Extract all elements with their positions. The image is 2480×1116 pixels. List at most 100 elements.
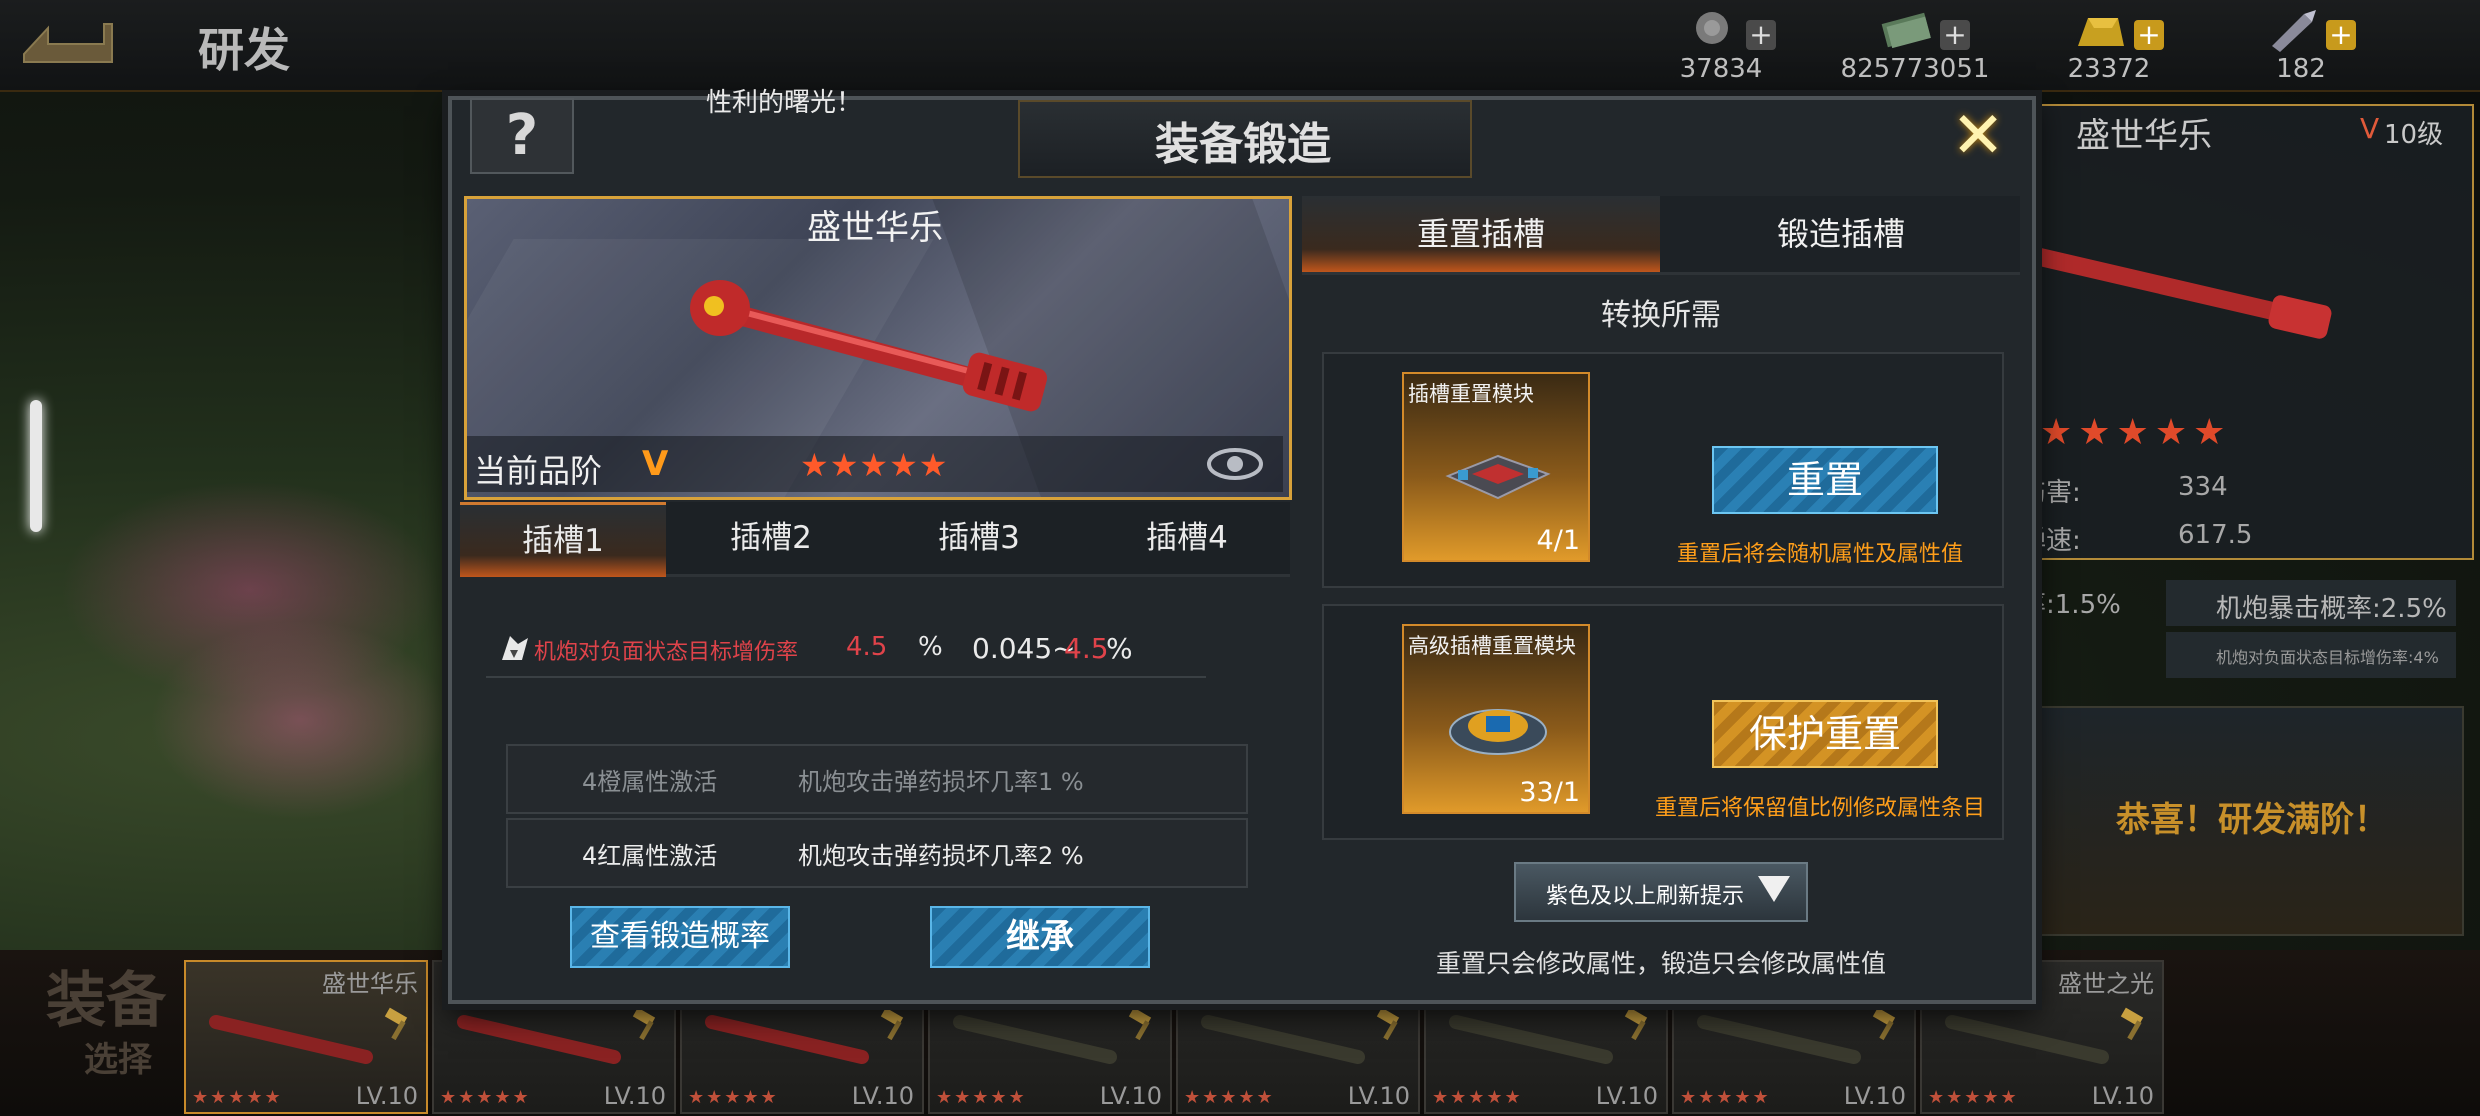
equipment-level: 10级	[2384, 120, 2444, 150]
rocket-count: 182	[2276, 54, 2326, 84]
stat-value: 617.5	[2178, 520, 2253, 550]
hammer-icon	[2120, 1007, 2144, 1041]
gold-count: 23372	[2067, 54, 2151, 84]
equipment-level: LV.10	[851, 1082, 914, 1110]
cannon-attribute-icon	[502, 636, 528, 660]
inherit-button[interactable]: 继承	[930, 906, 1150, 968]
set-bonus-row: 4红属性激活 机炮攻击弹药损坏几率2 %	[506, 818, 1248, 888]
equipment-thumbnail	[953, 1015, 1117, 1064]
damage-stat-text: 机炮对负面状态目标增伤率:4%	[2216, 648, 2439, 667]
strip-title: 装备	[46, 966, 166, 1036]
equipment-slot-name: 盛世之光	[2058, 970, 2154, 998]
cash-count: 825773051	[1840, 54, 1990, 84]
item-name: 盛世华乐	[807, 208, 943, 248]
stat-value: 334	[2178, 472, 2228, 502]
equipment-thumbnail	[1201, 1015, 1365, 1064]
star-rating: ★★★★★	[800, 446, 949, 484]
tab-forge-slot[interactable]: 锻造插槽	[1662, 196, 2020, 272]
resource-cash: + 825773051	[1840, 6, 1990, 86]
equipment-level: LV.10	[1843, 1082, 1906, 1110]
equipment-thumbnail	[1945, 1015, 2109, 1064]
resource-gold: + 23372	[2034, 6, 2184, 86]
rocket-icon	[2272, 10, 2316, 52]
equipment-stars: ★★★★★	[440, 1087, 531, 1108]
resource-medal: + 37834	[1646, 6, 1796, 86]
add-cash-button[interactable]: +	[1940, 20, 1970, 50]
crit-stat: 机炮暴击概率:2.5%	[2166, 580, 2456, 626]
equipment-thumbnail	[1697, 1015, 1861, 1064]
attribute-range-max: 4.5	[1064, 632, 1109, 665]
attribute-range-min: 0.045~	[972, 632, 1076, 665]
reset-tabs: 重置插槽 锻造插槽	[1302, 196, 2020, 275]
hammer-icon	[1376, 1007, 1400, 1041]
help-icon: ?	[505, 103, 539, 168]
equipment-stars: ★★★★★	[688, 1087, 779, 1108]
advanced-reset-module-card[interactable]: 高级插槽重置模块 33/1	[1402, 624, 1590, 814]
add-rocket-button[interactable]: +	[2326, 20, 2356, 50]
view-forge-probability-button[interactable]: 查看锻造概率	[570, 906, 790, 968]
strip-subtitle: 选择	[84, 1040, 152, 1080]
hammer-icon	[1128, 1007, 1152, 1041]
reset-button[interactable]: 重置	[1712, 446, 1938, 514]
bonus-desc: 机炮攻击弹药损坏几率1 %	[798, 768, 1084, 796]
tab-slot-4[interactable]: 插槽4	[1084, 502, 1290, 574]
attribute-name: 机炮对负面状态目标增伤率	[534, 640, 799, 665]
hammer-icon	[1624, 1007, 1648, 1041]
equipment-stars: ★★★★★	[1432, 1087, 1523, 1108]
bonus-desc: 机炮攻击弹药损坏几率2 %	[798, 842, 1084, 870]
equipment-thumbnail	[209, 1015, 373, 1064]
tab-slot-3[interactable]: 插槽3	[876, 502, 1082, 574]
tab-slot-1[interactable]: 插槽1	[460, 502, 666, 577]
slot-tabs: 插槽1 插槽2 插槽3 插槽4	[460, 502, 1290, 577]
equipment-slot[interactable]: 盛世华乐 ★★★★★ LV.10	[184, 960, 428, 1114]
close-button[interactable]: ✕	[1946, 104, 2010, 168]
hammer-icon	[384, 1007, 408, 1041]
medal-icon	[1696, 12, 1728, 44]
equipment-stars: ★★★★★	[1184, 1087, 1275, 1108]
bonus-label: 4红属性激活	[582, 842, 718, 870]
protect-reset-hint: 重置后将保留值比例修改属性条目	[1654, 796, 1985, 821]
equipment-level: LV.10	[1099, 1082, 1162, 1110]
reset-module-card[interactable]: 插槽重置模块 4/1	[1402, 372, 1590, 562]
equipment-slot-name: 盛世华乐	[322, 970, 418, 998]
dropdown-label: 紫色及以上刷新提示	[1546, 884, 1745, 909]
chevron-down-icon[interactable]	[1758, 876, 1790, 902]
footer-note: 重置只会修改属性，锻造只会修改属性值	[1435, 949, 1886, 978]
equipment-level: LV.10	[2091, 1082, 2154, 1110]
medal-count: 37834	[1679, 54, 1763, 84]
tab-slot-2[interactable]: 插槽2	[668, 502, 874, 574]
help-button[interactable]: ?	[470, 98, 574, 174]
item-card-count: 4/1	[1536, 525, 1580, 556]
page-title: 研发	[198, 23, 290, 77]
eye-icon[interactable]	[1206, 446, 1264, 482]
item-card-count: 33/1	[1519, 777, 1580, 808]
crit-stat-text: 机炮暴击概率:2.5%	[2216, 594, 2447, 624]
equipment-thumbnail	[457, 1015, 621, 1064]
equipment-level: LV.10	[1347, 1082, 1410, 1110]
bonus-label: 4橙属性激活	[582, 768, 718, 796]
tab-reset-slot[interactable]: 重置插槽	[1302, 196, 1660, 272]
slot-reset-module-icon	[1445, 454, 1551, 500]
equipment-grade: V	[2360, 112, 2380, 145]
hammer-icon	[632, 1007, 656, 1041]
item-card-name: 插槽重置模块	[1408, 382, 1534, 406]
weapon-image	[2001, 241, 2332, 339]
flower-decoration	[150, 620, 450, 820]
equipment-stars: ★★★★★	[1680, 1087, 1771, 1108]
equipment-thumbnail	[705, 1015, 869, 1064]
equipment-stars: ★★★★★	[192, 1087, 283, 1108]
grade-value: V	[642, 444, 669, 484]
damage-stat: 机炮对负面状态目标增伤率:4%	[2166, 632, 2456, 678]
attribute-range-unit: %	[1106, 632, 1133, 665]
dialog-title: 装备锻造	[1155, 119, 1331, 170]
add-medal-button[interactable]: +	[1746, 20, 1776, 50]
cash-icon	[1881, 12, 1931, 49]
grade-label: 当前品阶	[474, 452, 603, 490]
back-button[interactable]	[18, 14, 114, 66]
reset-hint: 重置后将会随机属性及属性值	[1676, 542, 1963, 567]
item-card-name: 高级插槽重置模块	[1408, 634, 1576, 658]
add-gold-button[interactable]: +	[2134, 20, 2164, 50]
side-drawer-handle[interactable]	[30, 400, 42, 532]
protect-reset-button[interactable]: 保护重置	[1712, 700, 1938, 768]
set-bonus-row: 4橙属性激活 机炮攻击弹药损坏几率1 %	[506, 744, 1248, 814]
